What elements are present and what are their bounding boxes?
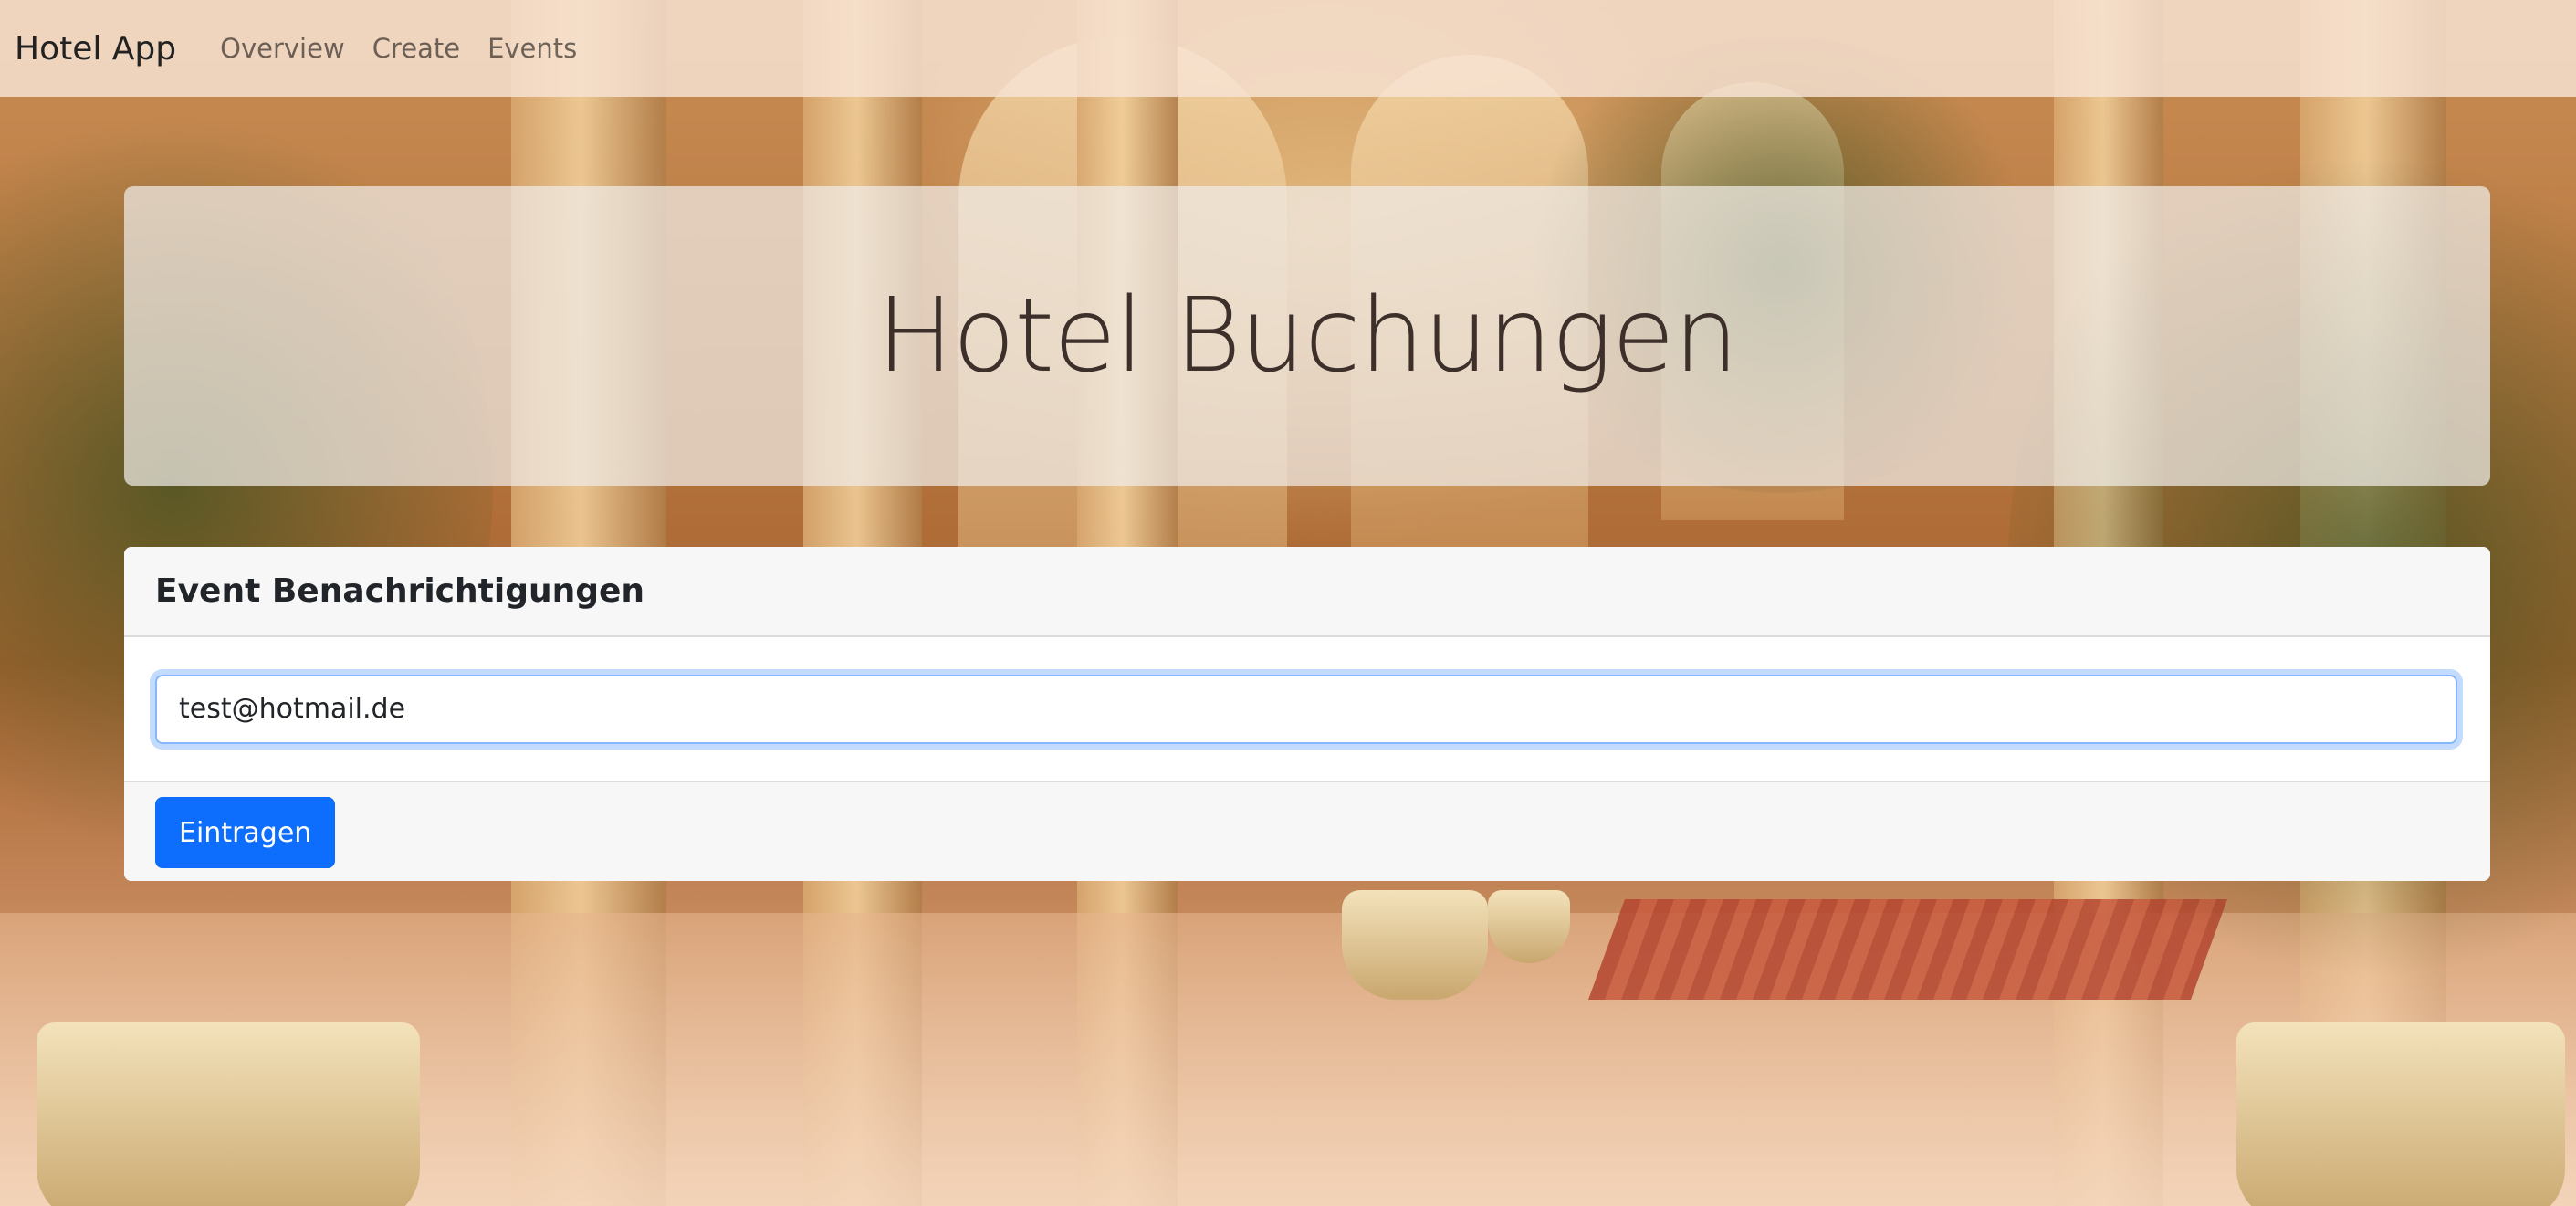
nav-link-events[interactable]: Events xyxy=(487,33,577,64)
background-planter xyxy=(37,1022,420,1206)
background-carpet xyxy=(1587,899,2228,1000)
hero-banner: Hotel Buchungen xyxy=(124,186,2490,486)
page-title: Hotel Buchungen xyxy=(876,277,1738,395)
background-planter xyxy=(1342,890,1488,1000)
navbar: Hotel App Overview Create Events xyxy=(0,0,2576,97)
nav-link-overview[interactable]: Overview xyxy=(220,33,345,64)
page: Hotel App Overview Create Events Hotel B… xyxy=(0,0,2576,1206)
background-planter xyxy=(2236,1022,2565,1206)
card-title: Event Benachrichtigungen xyxy=(155,572,645,610)
card-body xyxy=(124,637,2490,781)
nav-link-create[interactable]: Create xyxy=(372,33,460,64)
card-footer: Eintragen xyxy=(124,781,2490,881)
email-input[interactable] xyxy=(155,674,2457,744)
card-header: Event Benachrichtigungen xyxy=(124,547,2490,637)
nav-links: Overview Create Events xyxy=(220,33,577,64)
navbar-brand[interactable]: Hotel App xyxy=(15,30,176,68)
submit-button[interactable]: Eintragen xyxy=(155,797,336,868)
event-notification-card: Event Benachrichtigungen Eintragen xyxy=(124,547,2490,881)
